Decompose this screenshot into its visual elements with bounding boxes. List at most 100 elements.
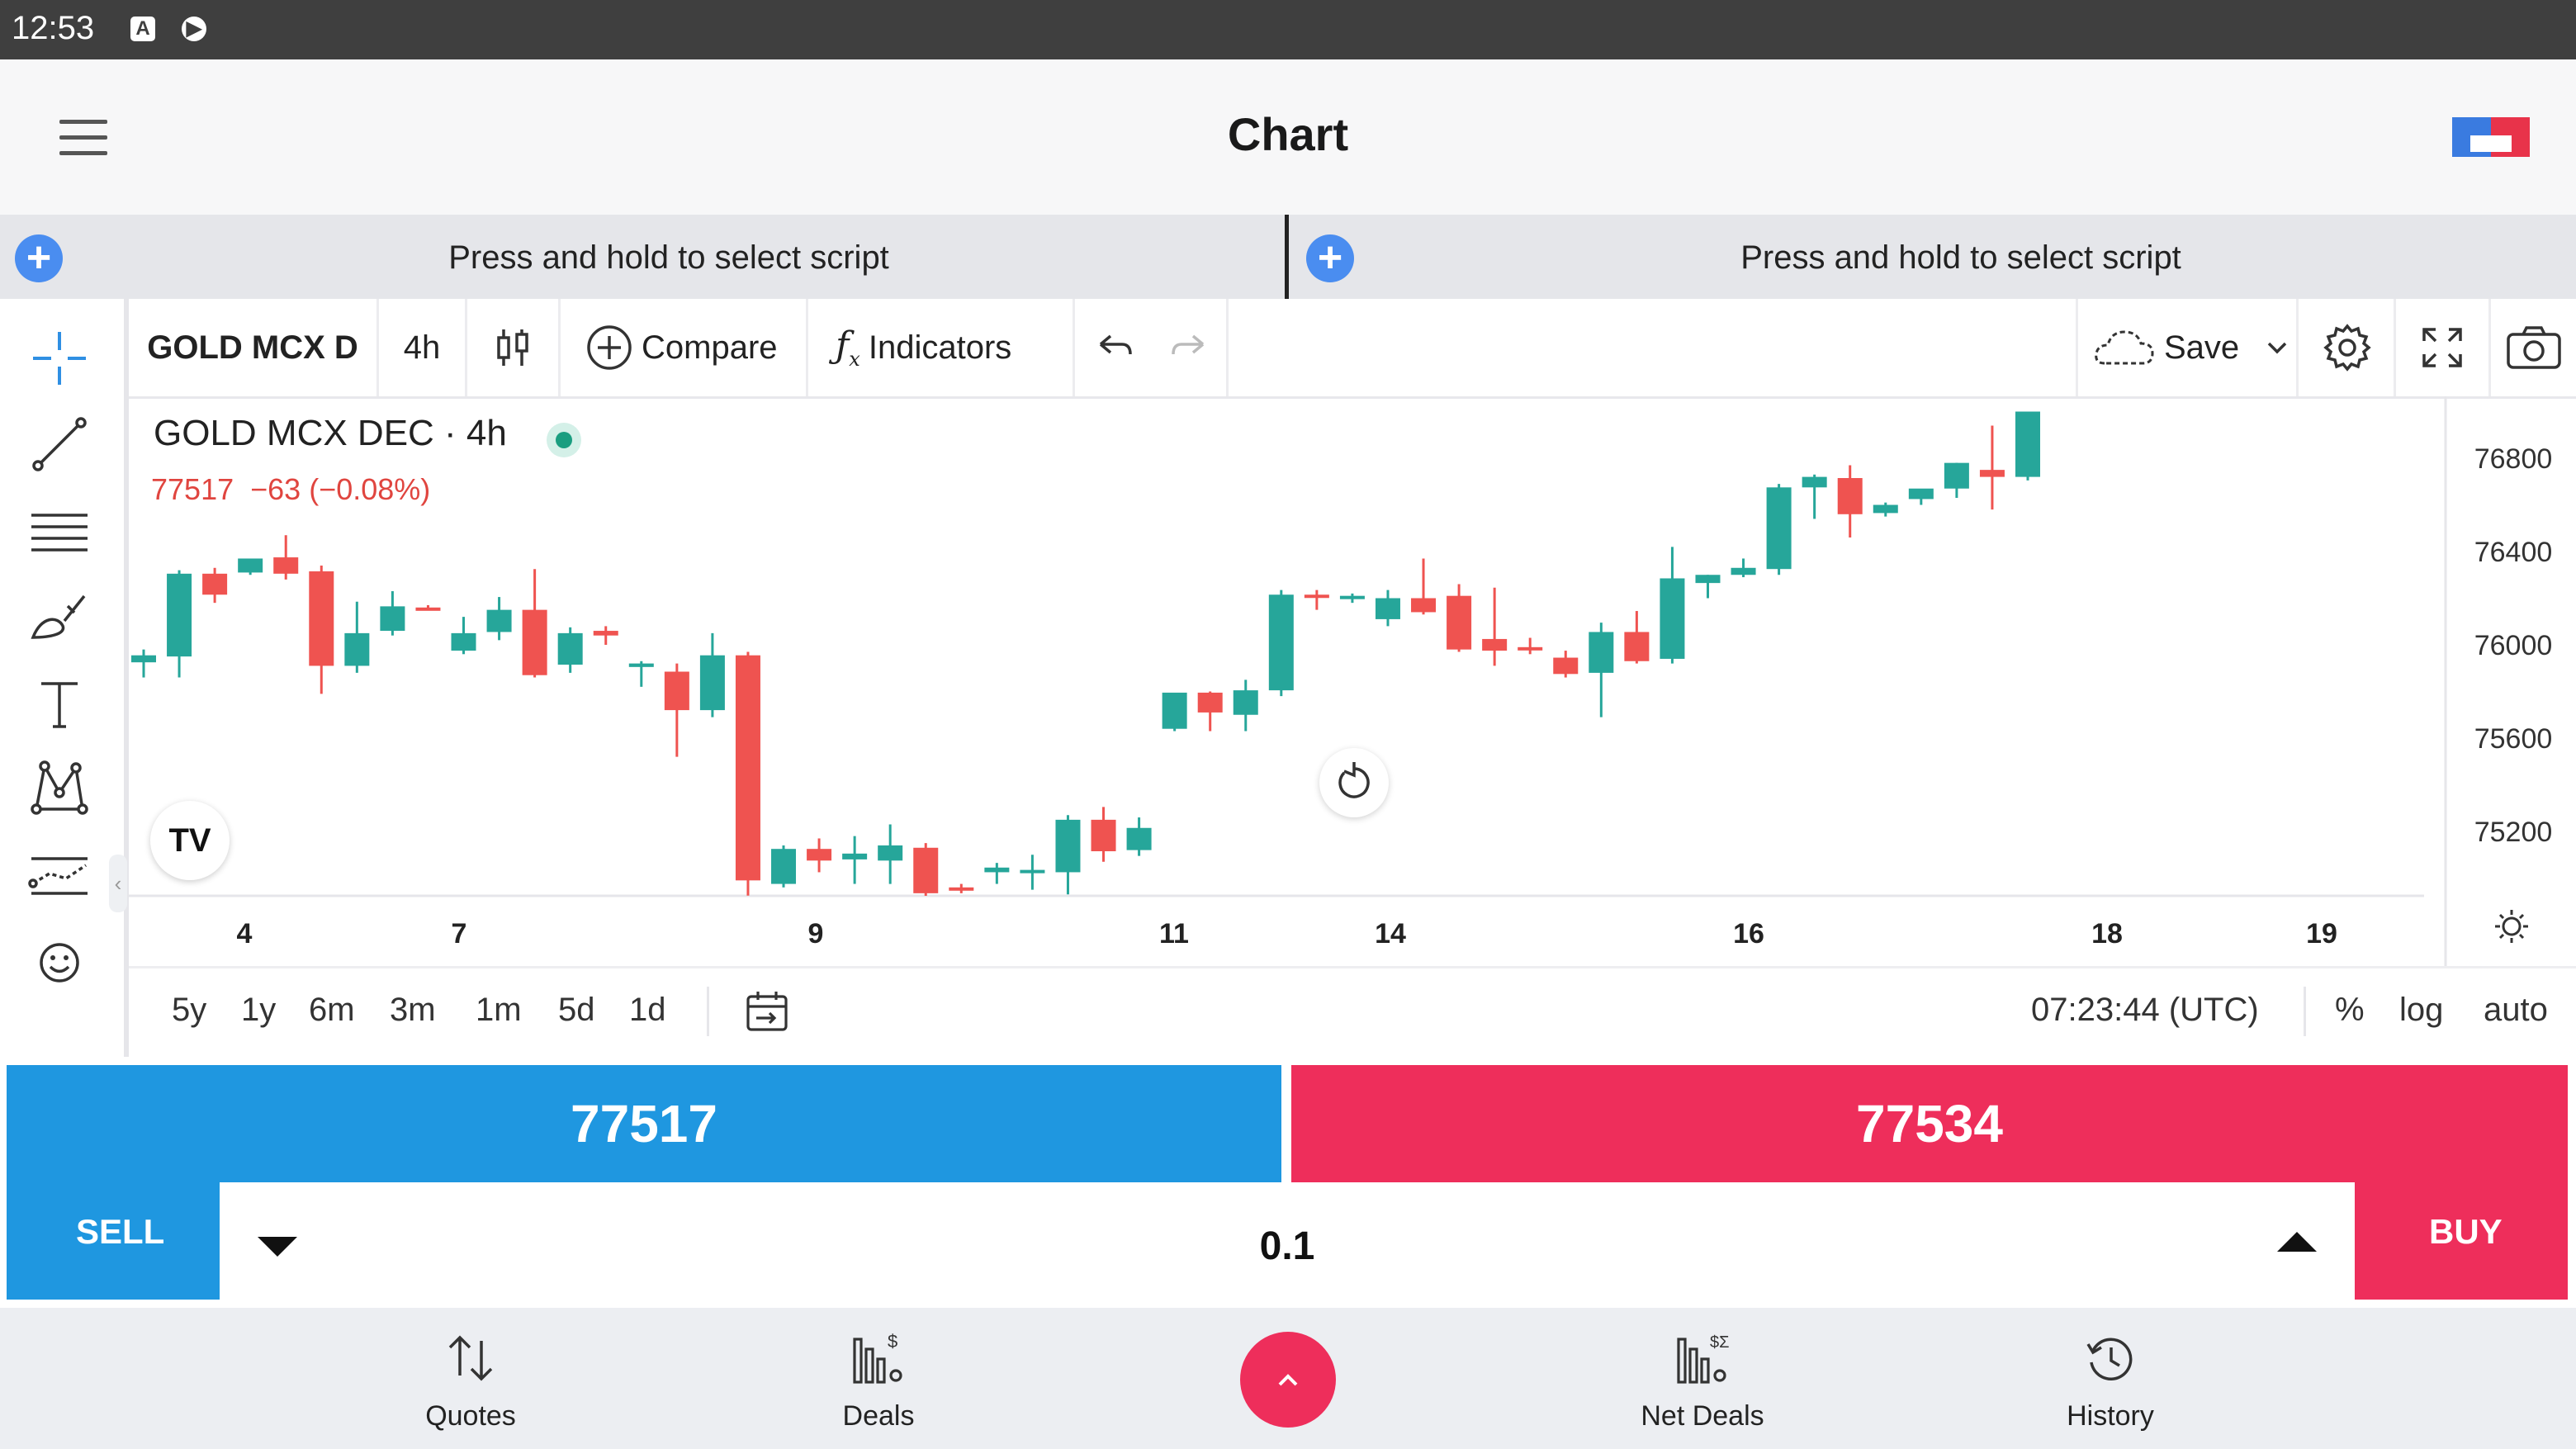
- chevron-down-icon[interactable]: [2261, 335, 2294, 360]
- split-divider[interactable]: [1285, 215, 1289, 299]
- chart-settings-icon[interactable]: [2495, 910, 2528, 943]
- candle: [771, 845, 797, 888]
- candle: [1375, 590, 1400, 627]
- x-axis-label: 16: [1733, 918, 1764, 949]
- candle: [1411, 558, 1437, 615]
- candle: [1873, 502, 1898, 517]
- range-3m[interactable]: 3m: [390, 992, 436, 1029]
- range-1d[interactable]: 1d: [629, 992, 666, 1029]
- pattern-icon[interactable]: [25, 753, 94, 822]
- flag-icon[interactable]: [2452, 117, 2530, 157]
- fullscreen-icon: [2422, 328, 2462, 367]
- deals-icon: $: [853, 1331, 902, 1384]
- sell-price[interactable]: 77517: [7, 1093, 1281, 1154]
- svg-text:$: $: [888, 1331, 897, 1352]
- history-icon: [2086, 1338, 2133, 1380]
- candle: [1731, 558, 1756, 578]
- candle: [309, 565, 334, 694]
- range-6m[interactable]: 6m: [309, 992, 355, 1029]
- candle: [1268, 590, 1294, 697]
- text-icon[interactable]: [25, 669, 94, 738]
- buy-price[interactable]: 77534: [1291, 1093, 2568, 1154]
- auto-scale-toggle[interactable]: auto: [2484, 992, 2548, 1029]
- camera-icon: [2506, 326, 2561, 369]
- redo-icon[interactable]: [1168, 331, 1210, 364]
- add-script-icon[interactable]: +: [15, 234, 63, 282]
- candle: [1304, 590, 1329, 610]
- percent-scale-toggle[interactable]: %: [2335, 992, 2365, 1029]
- candle: [1162, 692, 1187, 732]
- tradingview-logo[interactable]: TV: [150, 801, 230, 880]
- legend-last-price: 77517: [151, 472, 234, 506]
- candle: [344, 601, 370, 673]
- fib-lines-icon[interactable]: [25, 497, 94, 566]
- y-axis-label: 75200: [2474, 817, 2553, 848]
- candle: [202, 567, 228, 604]
- candle: [878, 824, 903, 884]
- utc-clock[interactable]: 07:23:44 (UTC): [2031, 992, 2259, 1029]
- range-5y[interactable]: 5y: [172, 992, 206, 1029]
- candle: [1802, 474, 1827, 519]
- script-selector-right[interactable]: Press and hold to select script: [1362, 239, 2559, 277]
- range-1m[interactable]: 1m: [476, 992, 522, 1029]
- collapse-toolbar-handle[interactable]: ‹: [109, 855, 127, 912]
- expand-up-button[interactable]: [1240, 1332, 1336, 1428]
- x-axis-label: 9: [808, 918, 824, 949]
- candle: [415, 604, 441, 611]
- candle: [1126, 817, 1152, 856]
- candle: [735, 651, 760, 896]
- trend-line-icon[interactable]: [25, 410, 94, 479]
- candle: [451, 617, 476, 655]
- candle: [628, 661, 654, 687]
- candle: [1447, 584, 1472, 652]
- nav-history[interactable]: History: [1986, 1308, 2234, 1449]
- indicators-button[interactable]: ƒx Indicators: [811, 299, 1075, 396]
- candle: [1233, 680, 1258, 732]
- candle: [842, 836, 868, 884]
- script-selector-left[interactable]: Press and hold to select script: [66, 239, 1271, 277]
- nav-net-deals[interactable]: $Σ Net Deals: [1579, 1308, 1826, 1449]
- candle: [557, 627, 583, 673]
- screenshot-button[interactable]: [2491, 299, 2576, 396]
- fullscreen-button[interactable]: [2396, 299, 2491, 396]
- increase-quantity-button[interactable]: [2277, 1232, 2317, 1252]
- nav-deals[interactable]: $ Deals: [755, 1308, 1002, 1449]
- quantity-value[interactable]: 0.1: [220, 1224, 2355, 1269]
- log-scale-toggle[interactable]: log: [2399, 992, 2443, 1029]
- fx-icon: ƒx: [836, 324, 860, 371]
- candle: [1589, 623, 1614, 717]
- crosshair-icon[interactable]: [25, 324, 94, 393]
- quantity-stepper: 0.1: [220, 1182, 2355, 1300]
- brush-icon[interactable]: [25, 583, 94, 652]
- status-bar: 12:53 A ▶: [0, 0, 2576, 59]
- y-axis-label: 76800: [2474, 443, 2553, 475]
- candle: [1553, 651, 1579, 678]
- undo-icon[interactable]: [1094, 331, 1135, 364]
- prediction-icon[interactable]: [25, 841, 94, 910]
- calendar-goto-icon[interactable]: [743, 988, 793, 1038]
- candle: [1339, 593, 1365, 604]
- candle: [1944, 462, 1969, 499]
- symbol-button[interactable]: GOLD MCX D: [129, 299, 379, 396]
- range-5d[interactable]: 5d: [558, 992, 595, 1029]
- chart-type-button[interactable]: [467, 299, 561, 396]
- settings-button[interactable]: [2301, 299, 2396, 396]
- candle: [167, 570, 192, 678]
- compare-button[interactable]: Compare: [561, 299, 808, 396]
- candle: [1055, 815, 1081, 895]
- emoji-icon[interactable]: [25, 928, 94, 997]
- save-button[interactable]: Save: [2076, 299, 2299, 396]
- buy-button[interactable]: BUY: [2429, 1212, 2503, 1252]
- nav-quotes[interactable]: Quotes: [347, 1308, 594, 1449]
- price-chart[interactable]: 76800 76400 76000 75600 75200 4 7 9 11 14 16 18 19: [129, 396, 2576, 966]
- app-header: Chart: [0, 59, 2576, 215]
- candle: [664, 663, 689, 757]
- sell-button[interactable]: SELL: [76, 1212, 164, 1252]
- plus-circle-icon: [587, 325, 632, 370]
- reset-chart-button[interactable]: [1319, 748, 1389, 817]
- nav-quotes-label: Quotes: [425, 1400, 516, 1432]
- range-1y[interactable]: 1y: [241, 992, 276, 1029]
- interval-button[interactable]: 4h: [379, 299, 467, 396]
- cloud-icon: [2095, 330, 2154, 365]
- add-script-icon[interactable]: +: [1306, 234, 1354, 282]
